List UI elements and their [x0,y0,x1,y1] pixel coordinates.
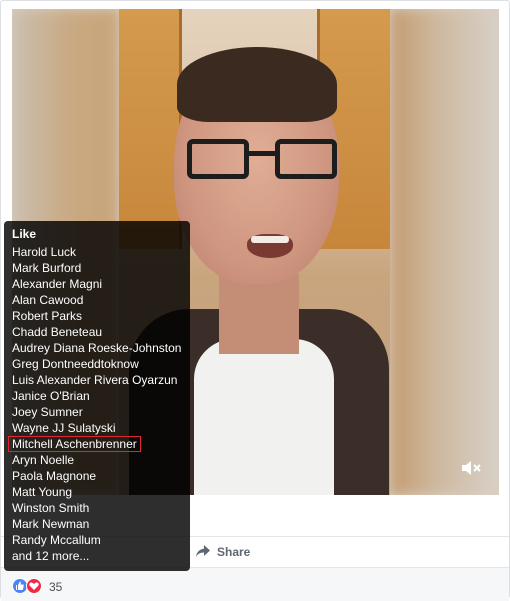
background-cabinet [119,9,182,249]
liker-name[interactable]: Audrey Diana Roeske-Johnston [12,340,190,356]
share-arrow-icon [196,544,210,560]
liker-name[interactable]: Luis Alexander Rivera Oyarzun [12,372,190,388]
liker-name[interactable]: Mark Burford [12,260,190,276]
reaction-count[interactable]: 35 [49,580,62,594]
reaction-icons[interactable] [12,578,46,594]
share-button[interactable]: Share [196,544,250,560]
liker-name[interactable]: Chadd Beneteau [12,324,190,340]
liker-name[interactable]: Janice O'Brian [12,388,190,404]
liker-name[interactable]: Randy Mccallum [12,532,190,548]
liker-name[interactable]: Matt Young [12,484,190,500]
liker-name[interactable]: Paola Magnone [12,468,190,484]
likes-tooltip: Like Harold Luck Mark Burford Alexander Ma… [4,221,190,571]
liker-name[interactable]: Joey Sumner [12,404,190,420]
person-tshirt [194,339,334,495]
liker-name[interactable]: Robert Parks [12,308,190,324]
liker-name[interactable]: Alan Cawood [12,292,190,308]
heart-icon[interactable] [26,578,42,594]
reactions-bar: 35 [1,567,509,601]
person-hair [177,47,337,122]
post-card: Share 35 Like Harold Luck Mark Burford Ale… [0,0,510,601]
tooltip-title: Like [12,227,37,241]
share-label: Share [217,545,251,559]
speaker-muted-icon[interactable] [461,459,483,477]
liker-name[interactable]: Mitchell Aschenbrenner [8,436,190,452]
liker-name[interactable]: Aryn Noelle [12,452,190,468]
liker-list-more: and 12 more... [12,548,190,564]
liker-name[interactable]: Harold Luck [12,244,190,260]
person-neck [219,274,299,354]
video-blur-right [390,9,499,495]
person-teeth [251,236,289,243]
liker-name[interactable]: Mark Newman [12,516,190,532]
liker-name[interactable]: Alexander Magni [12,276,190,292]
more-likers-text[interactable]: and 12 more... [12,548,190,564]
liker-name[interactable]: Winston Smith [12,500,190,516]
liker-name[interactable]: Wayne JJ Sulatyski [12,420,190,436]
liker-list: Harold Luck Mark Burford Alexander Magni Al… [8,244,190,548]
liker-name[interactable]: Greg Dontneeddtoknow [12,356,190,372]
glasses [187,139,337,184]
